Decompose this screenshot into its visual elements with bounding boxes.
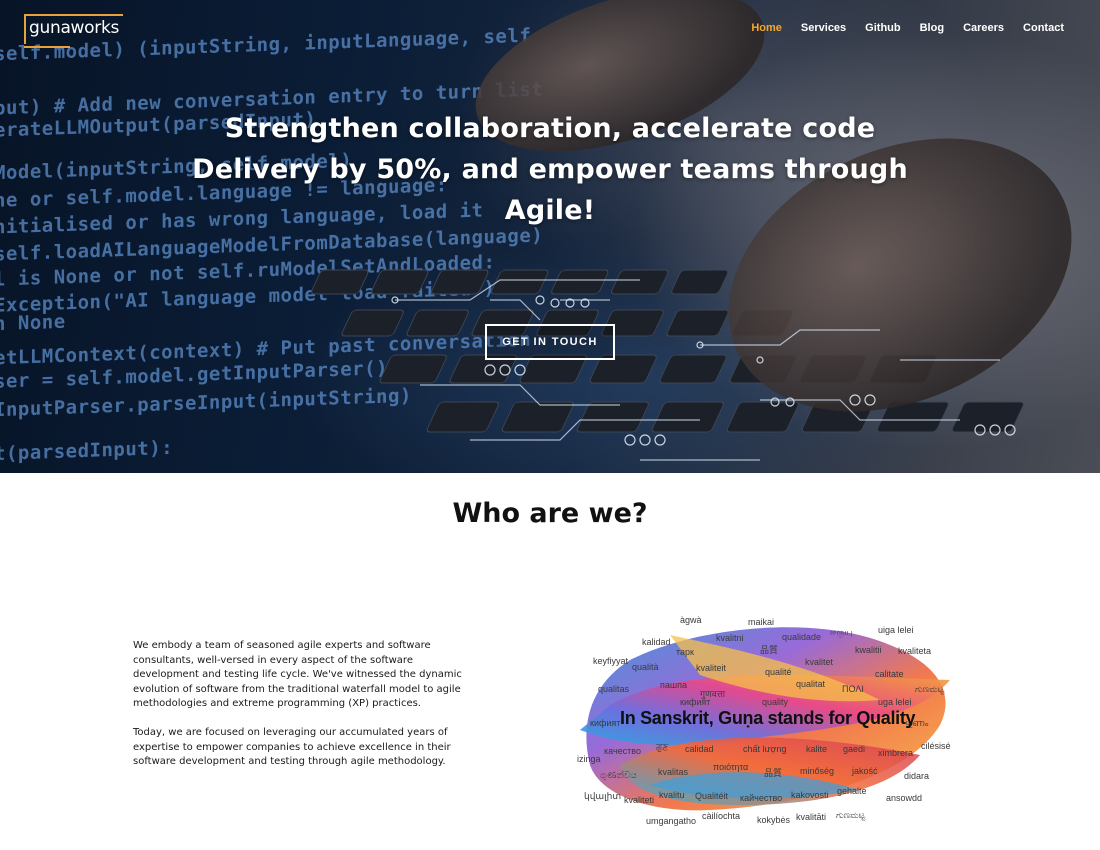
about-paragraph: We embody a team of seasoned agile exper… [133,640,462,710]
wc-word: umgangatho [646,816,697,826]
wordcloud-title: In Sanskrit, Guṇa stands for Quality [620,708,916,728]
nav-item-github[interactable]: Github [865,22,900,34]
wc-word: calitate [875,669,904,679]
wc-word: kvalitu [659,790,685,800]
headline-line: Strengthen collaboration, accelerate cod… [224,113,876,144]
hero-banner: self.model) (inputString, inputLanguage,… [0,0,1100,473]
wc-word: uiga lelei [878,625,914,635]
wc-word: пашпа [660,680,687,690]
wc-word: 品質 [760,645,779,655]
wc-word: kalite [806,744,828,754]
wc-word: qualitat [796,679,826,689]
wc-word: minőség [800,766,835,776]
nav-item-careers[interactable]: Careers [963,22,1004,34]
wc-word: ಗುಣಮಟ್ಟ [915,684,945,694]
wc-word: keyfiyyat [593,656,629,666]
section-title: Who are we? [452,498,648,529]
quality-word-cloud-image: àgwà maikai ஈருயு uiga lelei kalidad kva… [560,605,970,840]
wc-word: ਗੁਣ [656,742,669,752]
wc-word: quality [762,697,789,707]
wc-word: kalidad [642,637,671,647]
nav-item-blog[interactable]: Blog [920,22,944,34]
wc-word: կվալիտ [584,791,622,801]
wc-word: тарк [676,647,694,657]
wc-word: qualitas [598,684,630,694]
wc-word: kvalitas [658,767,689,777]
wc-word: kvaliteta [898,646,932,656]
wc-word: càilíochta [702,811,741,821]
wc-word: jakość [852,766,878,776]
wc-word: maikai [748,617,775,627]
get-in-touch-button[interactable]: GET IN TOUCH [485,324,615,360]
headline-line: Agile! [504,195,596,226]
wc-word: ஈருயு [830,627,853,637]
wc-word: ಗುಣಮಟ್ಟ [836,810,866,820]
headline-line: Delivery by 50%, and empower teams throu… [192,154,908,185]
brand-logo[interactable]: gunaworks [24,14,124,48]
wc-word: 品質 [764,768,783,778]
wc-word: qualité [765,667,792,677]
hero-headline: Strengthen collaboration, accelerate cod… [150,108,950,231]
wc-word: качество [604,746,641,756]
wc-word: kvalitāti [796,812,827,822]
circuit-overlay [391,279,1016,461]
wc-word: Qualitéit [695,791,729,801]
about-text: We embody a team of seasoned agile exper… [133,639,468,770]
wc-word: ποιότητα [713,762,749,772]
wc-word: ansowdd [886,793,923,803]
wc-word: qualità [632,662,659,672]
wc-word: calidad [685,744,714,754]
wc-word: uga lelei [878,697,912,707]
wc-word: kvalitni [716,633,744,643]
wc-word: kakovosti [791,790,829,800]
wc-word: izinga [577,754,601,764]
wc-word: ගුණත්වය [600,770,637,780]
nav-item-contact[interactable]: Contact [1023,22,1064,34]
wc-word: gehalte [837,786,867,796]
wc-word: kwalitii [855,645,882,655]
wc-word: àgwà [680,615,702,625]
wc-word: cilésisé [921,741,951,751]
wc-word: qualidade [782,632,822,642]
wc-word: didara [904,771,930,781]
nav-item-home[interactable]: Home [751,22,782,34]
wc-word: gaedi [843,744,866,754]
wc-word: ximbrera [878,748,914,758]
wc-word: ΠΟΛΙ [842,684,864,694]
wc-word: kvaliteit [696,663,727,673]
wc-word: chất lượng [743,744,787,754]
nav-item-services[interactable]: Services [801,22,846,34]
wc-word: кайчество [740,793,783,803]
wc-word: kvalitet [805,657,834,667]
main-nav: Home Services Github Blog Careers Contac… [751,22,1064,34]
about-paragraph: Today, we are focused on leveraging our … [133,726,451,768]
wc-word: кифият [680,697,711,707]
wc-word: kokybės [757,815,791,825]
wc-word: kvaliteti [624,795,655,805]
wc-word: кифият [590,718,621,728]
